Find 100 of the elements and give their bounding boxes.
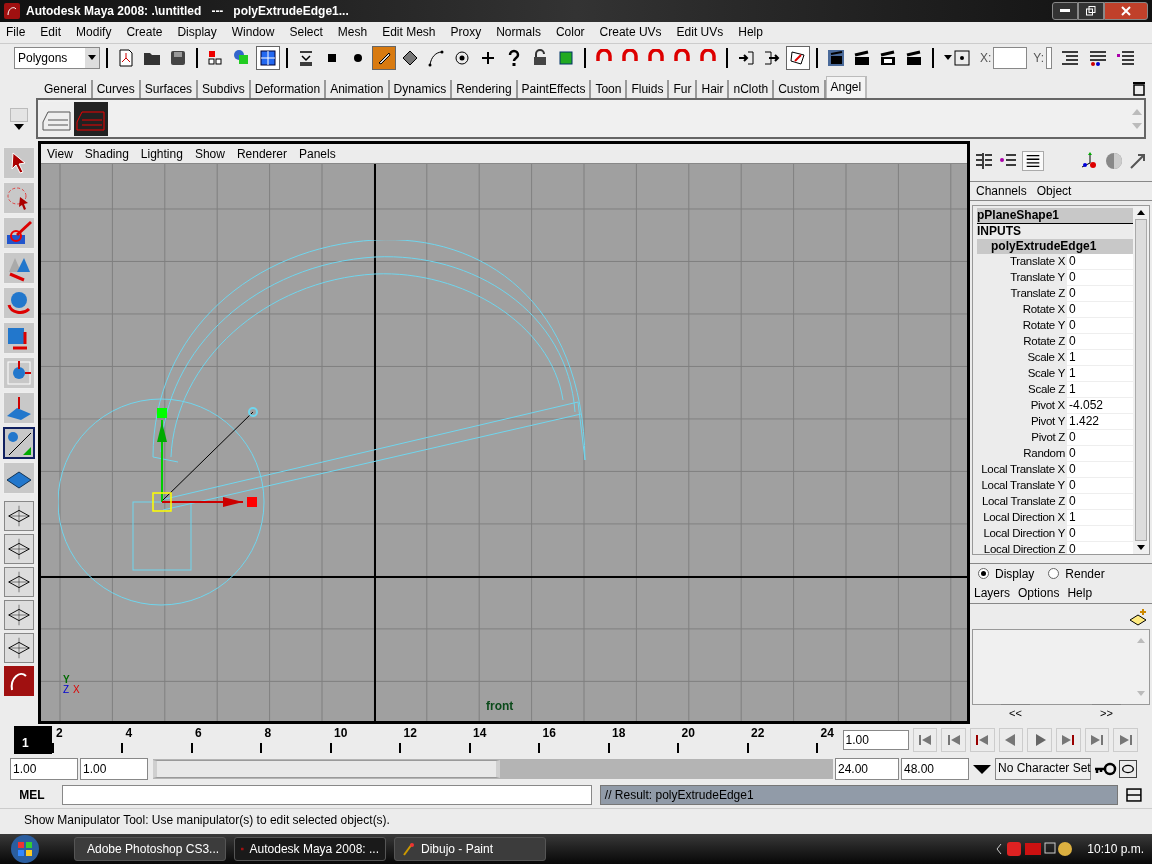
next-layer-button[interactable]: >> [1092,703,1121,722]
previous-layer-button[interactable]: << [1001,703,1030,722]
attribute-name[interactable]: Translate X [977,254,1067,271]
attribute-value[interactable]: 0 [1067,334,1133,351]
menu-item[interactable]: Help [738,23,763,42]
menu-item[interactable]: Edit [40,23,62,42]
viewport-menu-item[interactable]: Lighting [140,145,183,163]
range-slider-track[interactable] [153,759,833,780]
menu-item[interactable]: Modify [76,23,112,42]
start-time-field[interactable]: 1.00 [10,758,78,781]
mode-dropdown[interactable]: Polygons [14,46,100,69]
last-frame-button[interactable] [1113,728,1139,753]
key-icon[interactable] [1093,762,1117,777]
step-back-key-button[interactable] [941,728,966,753]
layout-icon[interactable] [4,534,34,565]
attribute-name[interactable]: Scale X [977,350,1067,367]
step-back-frame-button[interactable] [998,728,1024,753]
attribute-name[interactable]: Rotate X [977,302,1067,319]
menu-item[interactable]: Edit UVs [676,23,724,42]
taskbar-item[interactable]: Autodesk Maya 2008: ... [234,837,386,861]
attribute-value[interactable]: 0 [1067,462,1133,479]
dropdown-caret-icon[interactable] [971,763,993,776]
minimize-button[interactable] [1052,1,1078,20]
attribute-value[interactable]: 1 [1067,366,1133,383]
attribute-value[interactable]: 0 [1067,478,1133,495]
layer-menu-item[interactable]: Options [1018,584,1060,603]
layout-icon[interactable] [4,600,34,631]
menu-item[interactable]: Normals [496,23,541,42]
menu-item[interactable]: Color [555,23,585,42]
channel-menu-item[interactable]: Channels [976,182,1027,201]
new-layer-icon[interactable] [1128,608,1148,626]
attribute-name[interactable]: Local Direction X [977,510,1067,527]
tool-button[interactable] [3,427,35,460]
layout-icon[interactable] [4,501,34,532]
menu-item[interactable]: Create [126,23,163,42]
attribute-name[interactable]: Translate Z [977,286,1067,303]
radio-button[interactable] [978,568,989,580]
restore-button[interactable] [1078,1,1104,20]
viewport-menu-item[interactable]: Show [194,145,225,163]
attribute-name[interactable]: Local Translate X [977,462,1067,479]
first-frame-button[interactable] [912,728,938,753]
channel-menu-item[interactable]: Object [1036,182,1072,201]
y-field[interactable] [1046,46,1053,69]
x-field[interactable] [993,46,1028,69]
attribute-name[interactable]: Translate Y [977,270,1067,287]
car-wireframe-icon[interactable] [74,101,108,136]
step-forward-key-button[interactable] [1084,728,1110,753]
attribute-value[interactable]: 0 [1067,270,1133,287]
attribute-name[interactable]: Local Direction Z [977,542,1067,555]
playback-end-field[interactable]: 24.00 [835,758,899,781]
layout-icon[interactable] [4,633,34,664]
attribute-value[interactable]: 1 [1067,350,1133,367]
channel-scrollbar[interactable] [1133,206,1149,555]
script-editor-icon[interactable] [1126,788,1142,803]
attribute-name[interactable]: Random [977,446,1067,463]
attribute-value[interactable]: 0 [1067,542,1133,555]
attribute-name[interactable]: Pivot Y [977,414,1067,431]
toolbar-toggle[interactable] [256,45,280,70]
layer-menu-item[interactable]: Layers [974,584,1011,603]
attribute-value[interactable]: 0 [1067,302,1133,319]
end-time-field[interactable]: 48.00 [901,758,969,781]
attribute-value[interactable]: 0 [1067,446,1133,463]
attribute-name[interactable]: Scale Z [977,382,1067,399]
attribute-name[interactable]: Pivot X [977,398,1067,415]
attribute-value[interactable]: 0 [1067,318,1133,335]
shelf-tab[interactable]: Angel [825,75,868,98]
timeline-ruler[interactable]: 1 2 4 6 8 10 12 14 16 18 20 22 24 [14,726,833,755]
menu-item[interactable]: Proxy [450,23,482,42]
attribute-value[interactable]: 0 [1067,430,1133,447]
attribute-value[interactable]: 0 [1067,254,1133,271]
tool-settings-icon[interactable] [1022,151,1044,172]
character-set-menu[interactable]: No Character Set [995,758,1091,781]
attribute-value[interactable]: 0 [1067,526,1133,543]
attribute-value[interactable]: -4.052 [1067,398,1133,415]
taskbar-item[interactable]: Dibujo - Paint [394,837,546,861]
close-button[interactable] [1104,1,1148,20]
start-button-icon[interactable] [8,834,42,864]
playback-start-field[interactable]: 1.00 [80,758,148,781]
current-time-field[interactable]: 1.00 [842,730,909,751]
attribute-value[interactable]: 1 [1067,510,1133,527]
channel-box-icon[interactable] [974,152,994,171]
menu-item[interactable]: Window [231,23,275,42]
menu-item[interactable]: Select [289,23,323,42]
preferences-icon[interactable] [1119,760,1137,779]
toolbar-toggle[interactable] [372,45,396,70]
radio-button[interactable] [1048,568,1060,580]
next-key-button[interactable] [1056,728,1081,753]
attribute-value[interactable]: 1 [1067,382,1133,399]
attribute-name[interactable]: Local Translate Y [977,478,1067,495]
command-language-label[interactable]: MEL [10,786,54,805]
attribute-name[interactable]: Rotate Y [977,318,1067,335]
menu-item[interactable]: Mesh [337,23,368,42]
attribute-value[interactable]: 1.422 [1067,414,1133,431]
attribute-name[interactable]: Scale Y [977,366,1067,383]
viewport-menu-item[interactable]: Shading [84,145,129,163]
menu-item[interactable]: Edit Mesh [382,23,436,42]
attribute-value[interactable]: 0 [1067,494,1133,511]
attribute-value[interactable]: 0 [1067,286,1133,303]
attribute-name[interactable]: Local Translate Z [977,494,1067,511]
play-button[interactable] [1027,728,1052,753]
